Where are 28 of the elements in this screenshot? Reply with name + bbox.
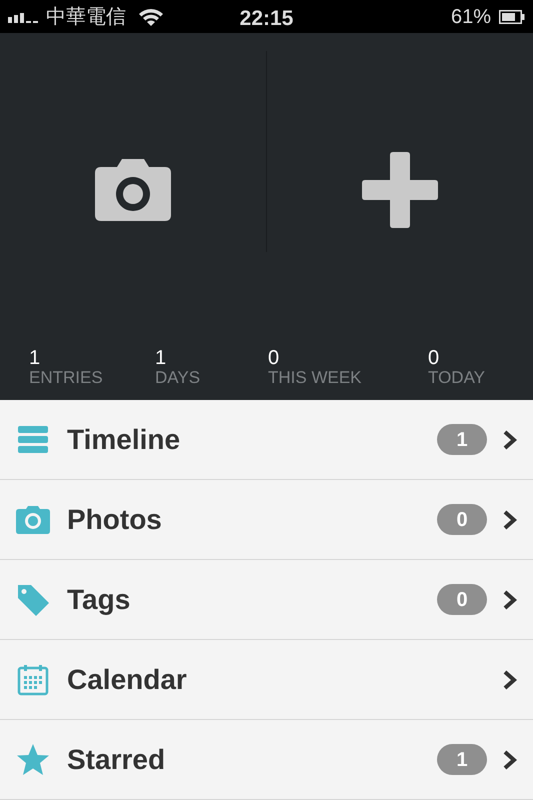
chevron-icon <box>503 430 517 450</box>
signal-icon <box>8 10 40 22</box>
stat-value: 0 <box>428 347 440 370</box>
stat-label: THIS WEEK <box>268 369 363 388</box>
tag-icon <box>16 582 50 616</box>
clock-time: 22:15 <box>240 6 294 32</box>
chevron-icon <box>503 510 517 530</box>
count-badge: 1 <box>437 744 487 775</box>
chevron-icon <box>503 590 517 610</box>
stat-label: DAYS <box>155 369 202 388</box>
wifi-icon <box>138 6 164 26</box>
battery-icon <box>499 10 525 24</box>
stat-value: 0 <box>268 347 280 370</box>
chevron-icon <box>503 750 517 770</box>
carrier-name: 中華電信 <box>46 4 126 30</box>
count-badge: 0 <box>437 584 487 615</box>
stat-label: ENTRIES <box>29 369 104 388</box>
stat-label: TODAY <box>428 369 486 388</box>
calendar-icon <box>16 662 50 696</box>
count-badge: 1 <box>437 424 487 455</box>
plus-icon <box>362 152 438 228</box>
chevron-icon <box>503 670 517 690</box>
battery-percent: 61% <box>450 4 491 30</box>
stat-value: 1 <box>155 347 168 370</box>
camera-icon <box>95 159 171 222</box>
stat-value: 1 <box>29 347 42 370</box>
count-badge: 0 <box>437 504 487 535</box>
star-icon <box>16 742 50 776</box>
